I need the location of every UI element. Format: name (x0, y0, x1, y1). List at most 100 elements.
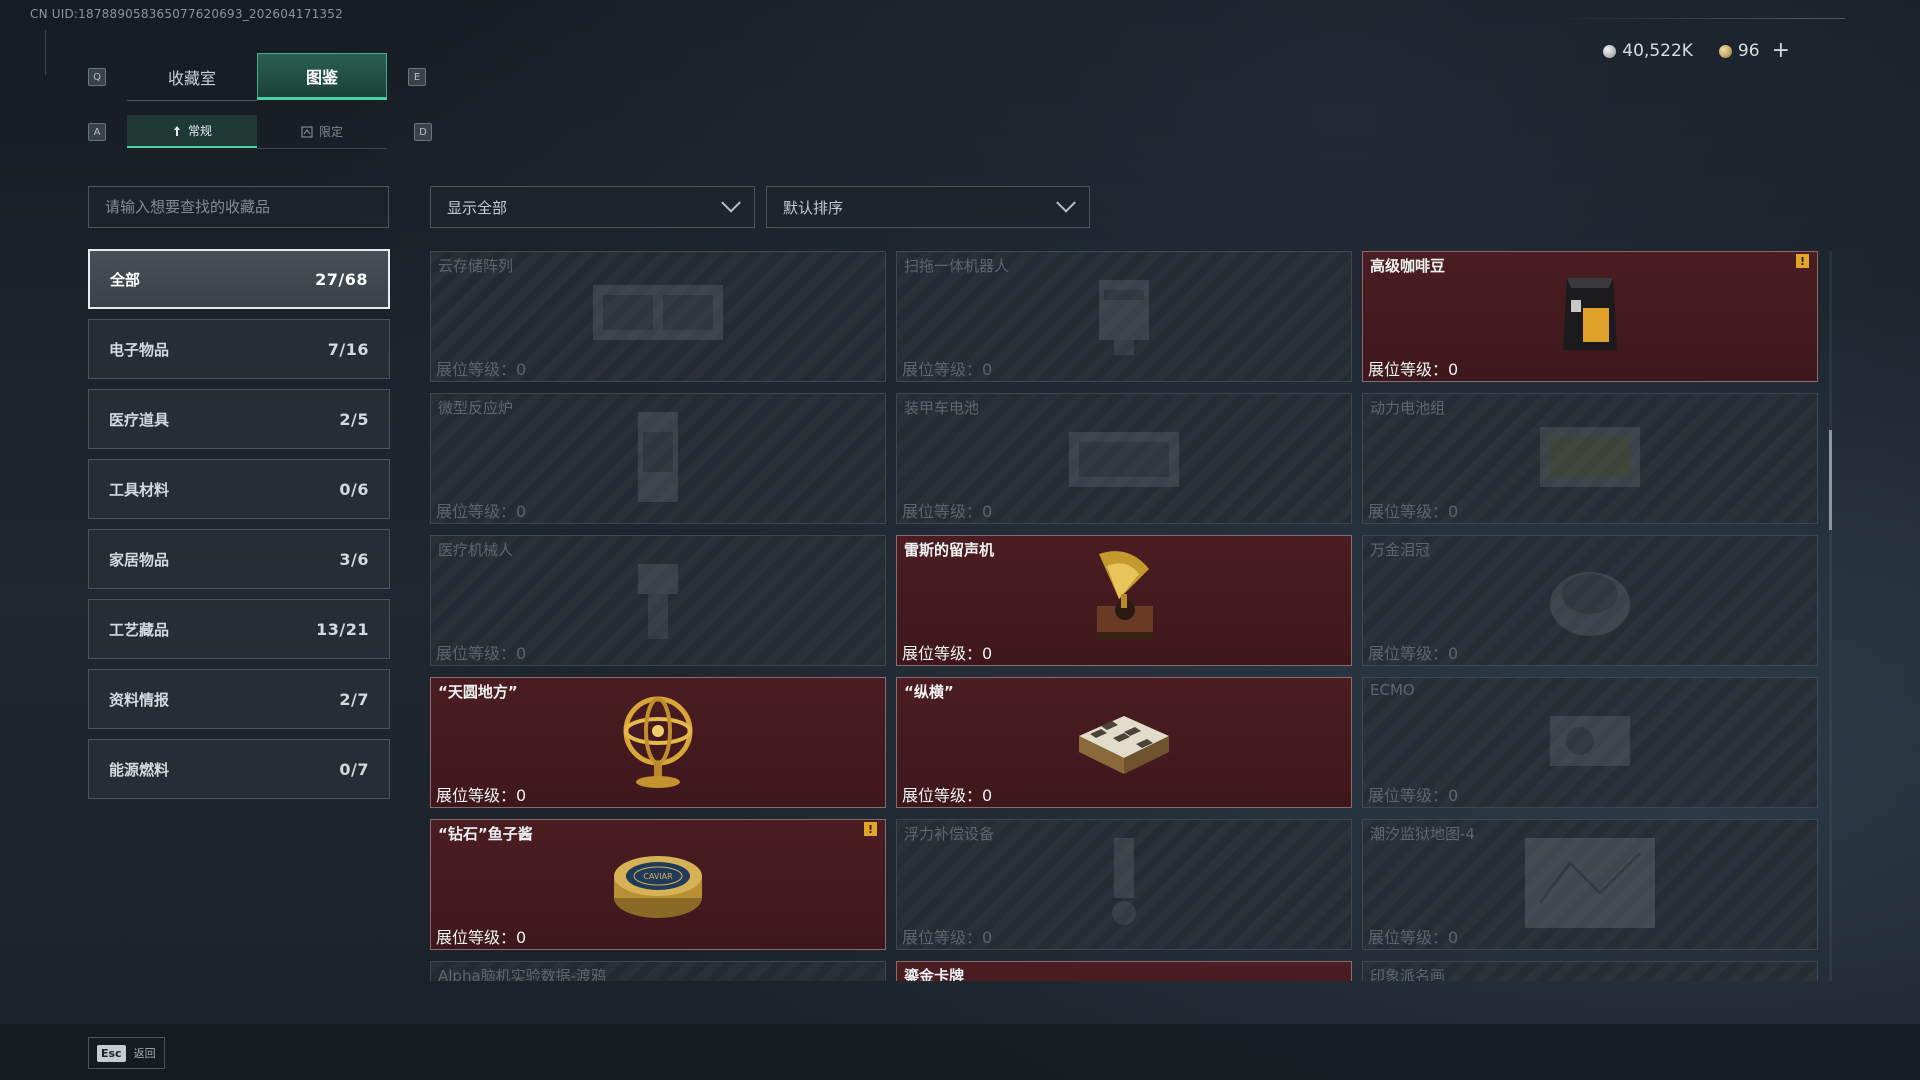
category-item[interactable]: 家居物品 3/6 (88, 529, 390, 589)
silver-coin-icon (1603, 44, 1617, 58)
gold-amount: 96 (1737, 41, 1760, 61)
level-value: 0 (516, 644, 527, 663)
level-value: 0 (982, 786, 993, 805)
collection-item-card[interactable]: 扫拖一体机器人 展位等级：0 (896, 251, 1352, 382)
caviar-tin-icon: CAVIAR (608, 838, 708, 932)
level-value: 0 (982, 644, 993, 663)
edge-decoration (45, 30, 46, 75)
main-tabs: 收藏室 图鉴 (127, 53, 387, 101)
level-label: 展位等级： (902, 928, 983, 947)
item-name: “钻石”鱼子酱 (438, 825, 533, 843)
level-label: 展位等级： (436, 644, 517, 663)
item-name: Alpha脑机实验数据-渡鸦 (438, 967, 607, 981)
collection-item-card[interactable]: 医疗机械人 展位等级：0 (430, 535, 886, 666)
gramophone-icon (1079, 544, 1169, 658)
item-level: 展位等级：0 (902, 498, 992, 522)
armillary-sphere-icon (613, 686, 703, 800)
category-count: 0/7 (339, 759, 369, 779)
item-level: 展位等级：0 (902, 640, 992, 664)
key-q-hint: Q (88, 68, 106, 86)
level-value: 0 (1448, 644, 1459, 663)
collection-item-card[interactable]: 微型反应炉 展位等级：0 (430, 393, 886, 524)
search-input[interactable] (88, 186, 389, 228)
coffee-bag-icon (1555, 270, 1625, 364)
category-item[interactable]: 工艺藏品 13/21 (88, 599, 390, 659)
currency-bar: 40,522K 96 + (1603, 40, 1790, 62)
collection-item-card[interactable]: 万金泪冠展位等级：0 (1362, 535, 1818, 666)
collection-item-card[interactable]: 雷斯的留声机 展位等级：0 (896, 535, 1352, 666)
category-count: 2/7 (339, 689, 369, 709)
limited-icon (301, 125, 313, 138)
chevron-down-icon (1056, 192, 1076, 213)
level-label: 展位等级： (1368, 928, 1449, 947)
map-icon (1520, 833, 1660, 937)
key-e-hint: E (408, 68, 426, 86)
gold-currency: 96 + (1718, 40, 1790, 62)
back-button[interactable]: Esc 返回 (88, 1037, 165, 1069)
category-item[interactable]: 能源燃料 0/7 (88, 739, 390, 799)
chess-box-icon (1069, 696, 1179, 790)
item-level: 展位等级：0 (1368, 640, 1458, 664)
collection-item-card[interactable]: “纵横” 展位等级：0 (896, 677, 1352, 808)
collection-item-card[interactable]: 潮汐监狱地图-4 展位等级：0 (1362, 819, 1818, 950)
collection-item-card[interactable]: 装甲车电池 展位等级：0 (896, 393, 1352, 524)
item-name: 雷斯的留声机 (904, 541, 995, 559)
battery-icon (1059, 417, 1189, 501)
server-array-icon (583, 275, 733, 359)
tab-collection-room[interactable]: 收藏室 (127, 53, 257, 101)
medical-robot-icon (618, 554, 698, 648)
ecmo-machine-icon (1535, 696, 1645, 790)
collection-item-card[interactable]: 云存储阵列 展位等级：0 (430, 251, 886, 382)
subtab-regular[interactable]: 常规 (127, 115, 257, 148)
sort-dropdown[interactable]: 默认排序 (766, 186, 1090, 228)
item-name: “天圆地方” (438, 683, 518, 701)
grid-scrollbar[interactable] (1829, 251, 1832, 981)
item-name: 浮力补偿设备 (904, 825, 995, 843)
category-item[interactable]: 全部 27/68 (88, 249, 390, 309)
item-level: 展位等级：0 (1368, 924, 1458, 948)
item-level: 展位等级：0 (436, 640, 526, 664)
level-label: 展位等级： (902, 502, 983, 521)
uid-text: CN UID:187889058365077620693_20260417135… (30, 7, 343, 21)
level-label: 展位等级： (902, 644, 983, 663)
category-label: 医疗道具 (109, 410, 170, 429)
collection-item-card[interactable]: “天圆地方” 展位等级：0 (430, 677, 886, 808)
item-name: 动力电池组 (1370, 399, 1446, 417)
category-count: 27/68 (315, 269, 368, 289)
subtab-limited[interactable]: 限定 (257, 115, 387, 149)
item-name: 扫拖一体机器人 (904, 257, 1010, 275)
level-label: 展位等级： (436, 502, 517, 521)
tab-catalog[interactable]: 图鉴 (257, 53, 387, 100)
item-name: “纵横” (904, 683, 954, 701)
category-list: 全部 27/68 电子物品 7/16 医疗道具 2/5 工具材料 0/6 家居物品 3/6 工艺藏品… (88, 249, 390, 809)
category-item[interactable]: 电子物品 7/16 (88, 319, 390, 379)
category-count: 2/5 (339, 409, 369, 429)
collection-item-card[interactable]: 动力电池组展位等级：0 (1362, 393, 1818, 524)
collection-item-card[interactable]: CAVIAR “钻石”鱼子酱 展位等级：0! (430, 819, 886, 950)
filter-dropdown[interactable]: 显示全部 (430, 186, 755, 228)
silver-amount: 40,522K (1622, 41, 1693, 61)
level-value: 0 (516, 928, 527, 947)
grid-scroll-thumb[interactable] (1829, 430, 1832, 530)
category-item[interactable]: 医疗道具 2/5 (88, 389, 390, 449)
collection-item-card[interactable]: Alpha脑机实验数据-渡鸦展位等级：0 (430, 961, 886, 981)
collection-item-card[interactable]: 高级咖啡豆 展位等级：0! (1362, 251, 1818, 382)
item-name: 万金泪冠 (1370, 541, 1431, 559)
category-item[interactable]: 资料情报 2/7 (88, 669, 390, 729)
subtab-regular-label: 常规 (187, 124, 212, 138)
collection-item-card[interactable]: ECMO 展位等级：0 (1362, 677, 1818, 808)
regular-icon (173, 125, 180, 136)
subtab-limited-label: 限定 (318, 125, 343, 139)
category-item[interactable]: 工具材料 0/6 (88, 459, 390, 519)
bottom-bar (0, 1024, 1920, 1080)
collection-item-card[interactable]: 印象派名画展位等级：0 (1362, 961, 1818, 981)
collection-item-card[interactable]: 鎏金卡牌展位等级：0 (896, 961, 1352, 981)
add-currency-button[interactable]: + (1772, 40, 1790, 62)
level-label: 展位等级： (436, 786, 517, 805)
item-level: 展位等级：0 (1368, 498, 1458, 522)
new-alert-icon: ! (1796, 254, 1809, 268)
category-label: 电子物品 (109, 340, 170, 359)
collection-item-card[interactable]: 浮力补偿设备 展位等级：0 (896, 819, 1352, 950)
category-count: 13/21 (316, 619, 369, 639)
esc-key-icon: Esc (97, 1044, 126, 1062)
